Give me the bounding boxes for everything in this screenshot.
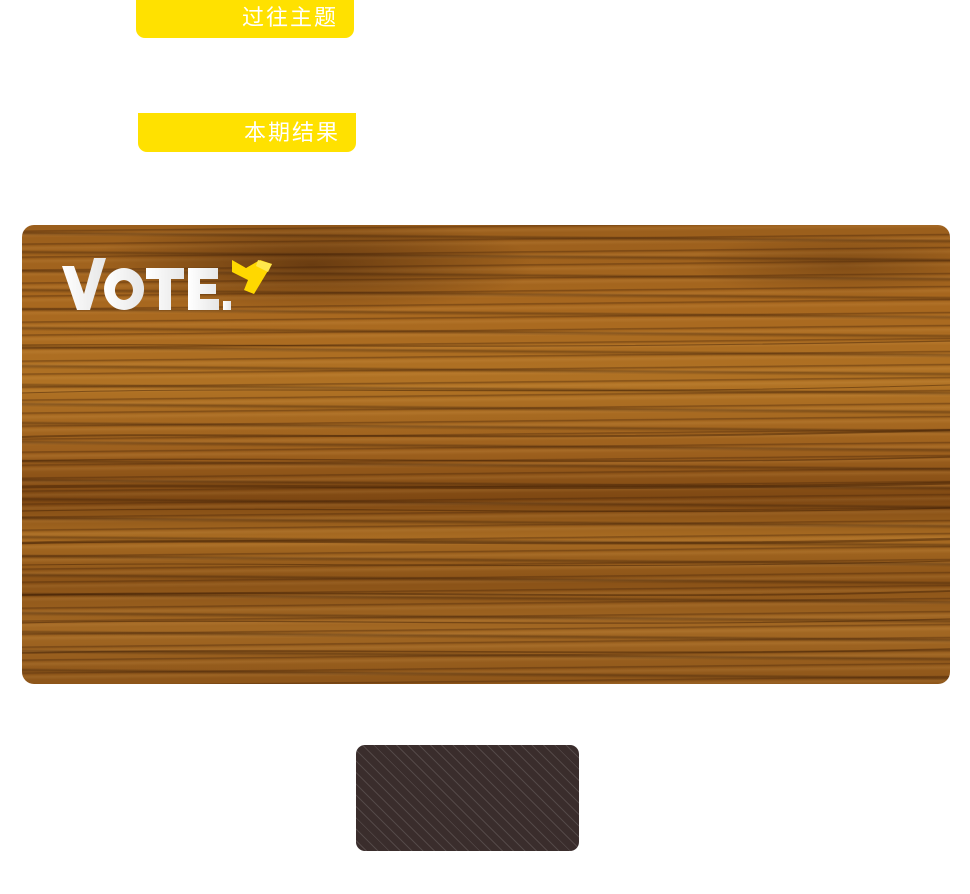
- vote-logo: [62, 258, 272, 310]
- past-topics-tab[interactable]: 过往主题: [136, 0, 354, 38]
- current-results-tab[interactable]: 本期结果: [138, 113, 356, 152]
- striped-card[interactable]: [356, 745, 579, 851]
- check-mark-icon: [232, 260, 272, 294]
